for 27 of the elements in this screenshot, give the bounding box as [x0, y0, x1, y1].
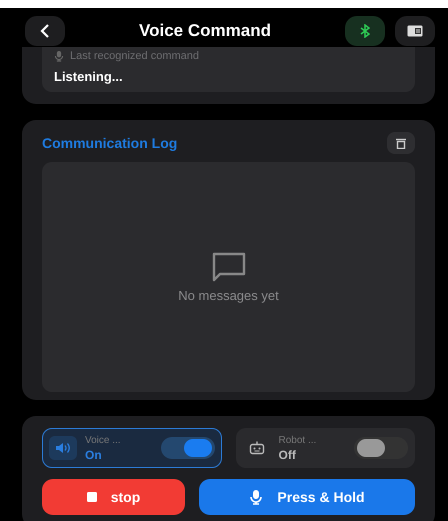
status-text: Listening...: [54, 69, 124, 84]
empty-message: No messages yet: [178, 288, 279, 302]
toggle-switch[interactable]: [354, 437, 408, 459]
speaker-icon: [55, 442, 71, 454]
log-title: Communication Log: [42, 135, 178, 151]
card-icon: [407, 25, 423, 37]
toggle-state: On: [85, 448, 103, 462]
chat-bubble-icon: [212, 252, 246, 282]
stop-button[interactable]: stop: [42, 479, 185, 515]
clear-log-button[interactable]: [387, 132, 415, 154]
toggle-label: Voice ...: [85, 434, 122, 446]
toggle-switch[interactable]: [160, 437, 214, 459]
press-hold-button[interactable]: Press & Hold: [199, 479, 415, 515]
screen-title: Voice Command: [138, 21, 272, 41]
square-icon: [86, 492, 97, 502]
microphone-icon: [249, 489, 264, 505]
toggle-state: Off: [278, 448, 297, 462]
status-label: Last recognized command: [70, 50, 200, 62]
toggle-label: Robot ...: [278, 434, 318, 446]
trash-icon: [396, 138, 406, 148]
bluetooth-icon: [360, 24, 370, 38]
chevron-left-icon: [40, 23, 50, 39]
bluetooth-button[interactable]: [345, 16, 385, 46]
robot-icon: [248, 441, 264, 455]
microphone-icon: [54, 50, 64, 62]
back-button[interactable]: [25, 16, 65, 46]
card-button[interactable]: [395, 16, 435, 46]
